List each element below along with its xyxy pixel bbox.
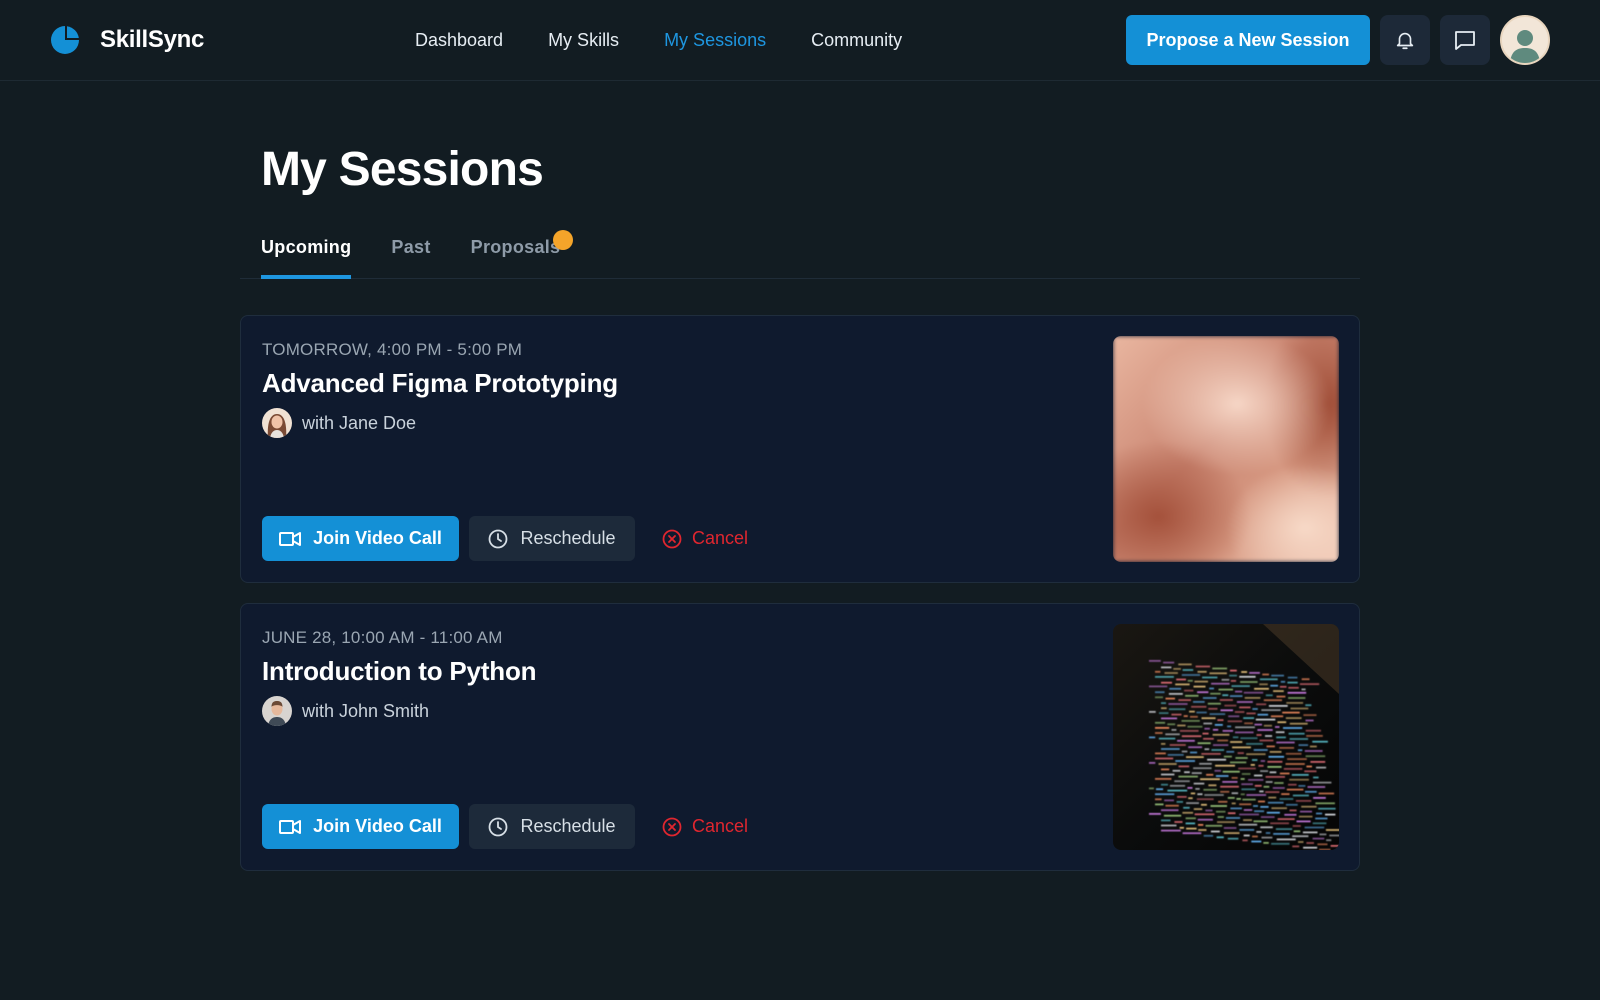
- session-thumbnail: [1113, 624, 1339, 850]
- session-time: TOMORROW, 4:00 PM - 5:00 PM: [262, 340, 523, 359]
- cancel-circle-icon: [662, 817, 682, 836]
- chat-icon: [1455, 31, 1475, 50]
- tab-label: Upcoming: [261, 237, 352, 257]
- reschedule-label: Reschedule: [520, 816, 616, 836]
- host-name: with John Smith: [302, 700, 430, 721]
- main-content: My Sessions Upcoming Past Proposals TOMO…: [240, 81, 1360, 871]
- brand[interactable]: SkillSync: [50, 25, 204, 55]
- host-name: with Jane Doe: [302, 412, 417, 433]
- join-label: Join Video Call: [313, 528, 442, 548]
- page-title: My Sessions: [261, 143, 544, 196]
- cancel-button[interactable]: Cancel: [645, 804, 765, 849]
- female-avatar-icon: [262, 408, 292, 438]
- session-host: with Jane Doe: [262, 408, 416, 438]
- cancel-label: Cancel: [691, 528, 749, 548]
- male-avatar-icon: [262, 696, 292, 726]
- propose-new-session-button[interactable]: Propose a New Session: [1126, 15, 1370, 65]
- tab-label: Past: [391, 237, 431, 257]
- video-camera-icon: [279, 531, 302, 546]
- session-card: JUNE 28, 10:00 AM - 11:00 AM Introductio…: [240, 603, 1360, 871]
- main-nav: Dashboard My Skills My Sessions Communit…: [415, 0, 902, 80]
- nav-item-my-skills[interactable]: My Skills: [548, 30, 619, 51]
- skillsync-logo-icon: [51, 26, 79, 54]
- user-silhouette-icon: [1510, 30, 1540, 63]
- session-tabs: Upcoming Past Proposals: [240, 229, 1360, 279]
- session-host: with John Smith: [262, 696, 429, 726]
- join-label: Join Video Call: [313, 816, 442, 836]
- bell-icon: [1396, 32, 1414, 50]
- reschedule-label: Reschedule: [520, 528, 616, 548]
- tab-past[interactable]: Past: [391, 229, 430, 279]
- clock-icon: [489, 817, 508, 836]
- join-video-call-button[interactable]: Join Video Call: [262, 804, 459, 849]
- host-avatar: [262, 408, 292, 438]
- reschedule-button[interactable]: Reschedule: [469, 516, 635, 561]
- session-actions: Join Video Call Reschedule Cancel: [262, 804, 765, 849]
- join-video-call-button[interactable]: Join Video Call: [262, 516, 459, 561]
- session-card: TOMORROW, 4:00 PM - 5:00 PM Advanced Fig…: [240, 315, 1360, 583]
- cancel-label: Cancel: [691, 816, 749, 836]
- clock-icon: [489, 529, 508, 548]
- brand-name: SkillSync: [100, 26, 205, 53]
- notifications-button[interactable]: [1380, 15, 1430, 65]
- cancel-button[interactable]: Cancel: [645, 516, 765, 561]
- cancel-circle-icon: [662, 529, 682, 548]
- tab-proposals[interactable]: Proposals: [470, 229, 574, 279]
- session-title: Advanced Figma Prototyping: [262, 368, 618, 398]
- code-screen-image: [1113, 624, 1339, 850]
- notification-dot: [553, 230, 574, 250]
- nav-item-my-sessions[interactable]: My Sessions: [664, 30, 766, 51]
- session-title: Introduction to Python: [262, 656, 537, 686]
- video-camera-icon: [279, 819, 302, 834]
- host-avatar: [262, 696, 292, 726]
- blurred-portrait-image: [1113, 336, 1339, 562]
- session-actions: Join Video Call Reschedule Cancel: [262, 516, 765, 561]
- messages-button[interactable]: [1440, 15, 1490, 65]
- reschedule-button[interactable]: Reschedule: [469, 804, 635, 849]
- top-navigation-bar: SkillSync Dashboard My Skills My Session…: [0, 0, 1600, 81]
- session-thumbnail: [1113, 336, 1339, 562]
- topbar-actions: Propose a New Session: [1126, 15, 1550, 65]
- nav-item-dashboard[interactable]: Dashboard: [415, 30, 503, 51]
- user-avatar[interactable]: [1500, 15, 1550, 65]
- session-time: JUNE 28, 10:00 AM - 11:00 AM: [262, 628, 503, 647]
- tab-upcoming[interactable]: Upcoming: [261, 229, 352, 279]
- nav-item-community[interactable]: Community: [811, 30, 902, 51]
- tab-label: Proposals: [470, 237, 561, 257]
